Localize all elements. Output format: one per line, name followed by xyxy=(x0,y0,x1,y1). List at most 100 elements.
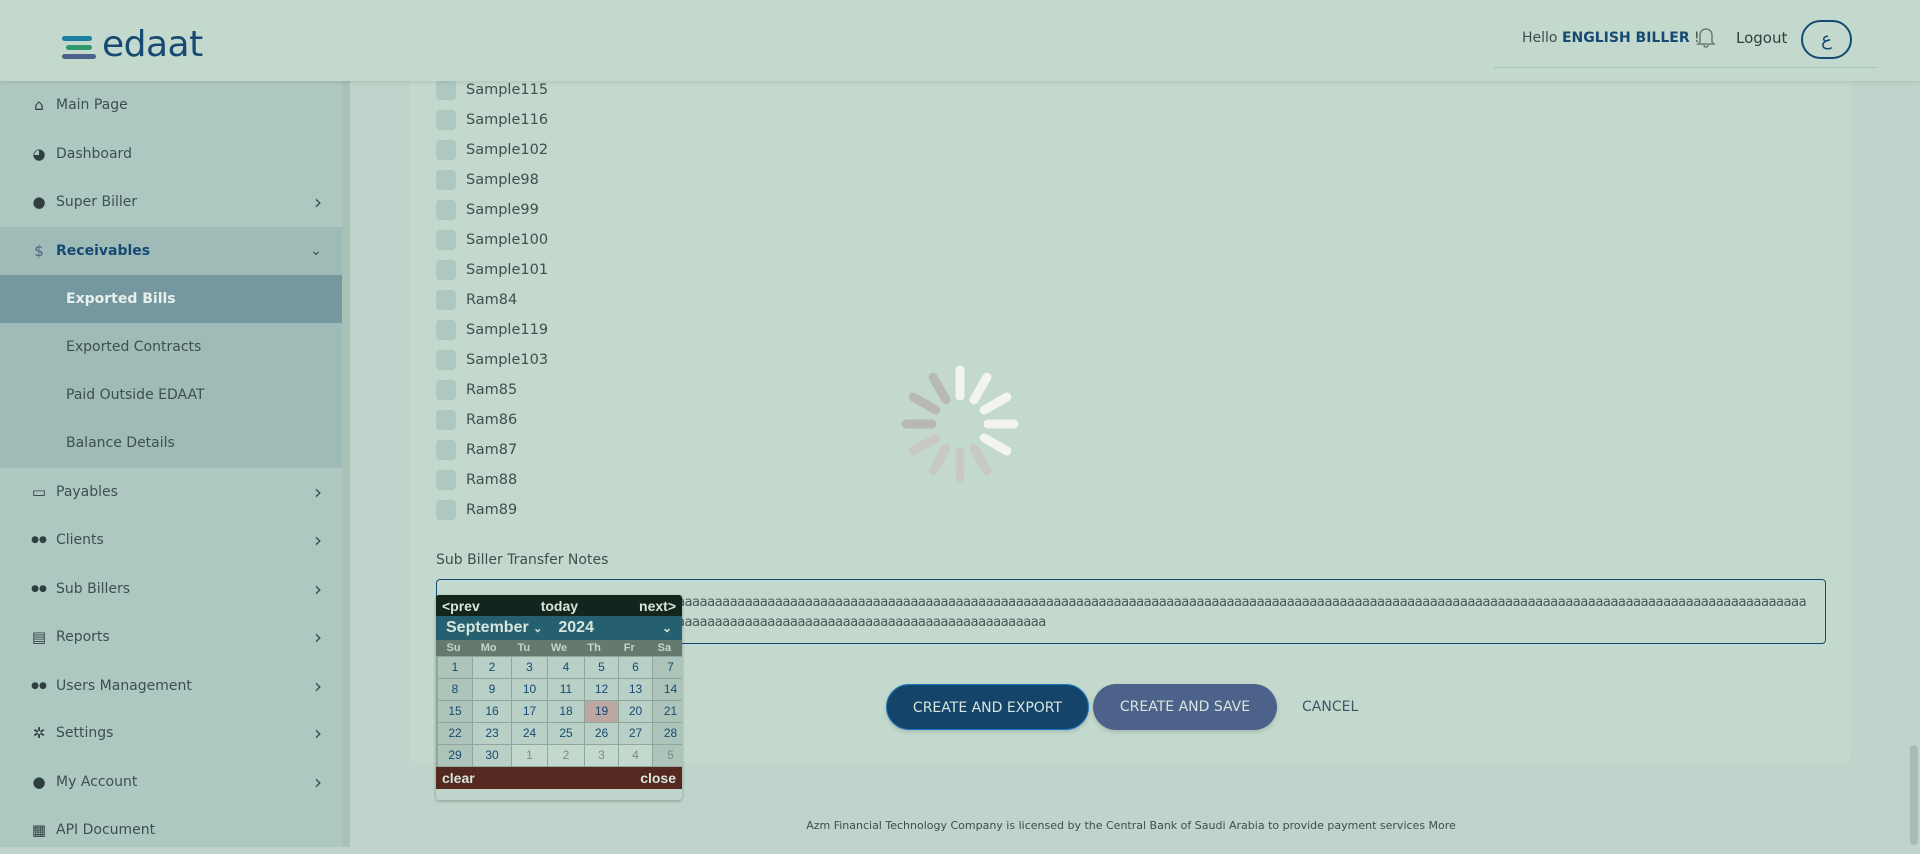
calendar-day[interactable]: 20 xyxy=(619,701,652,722)
sidebar-subitem-exported-contracts[interactable]: Exported Contracts xyxy=(0,323,342,371)
checkbox[interactable] xyxy=(436,230,456,250)
checkbox[interactable] xyxy=(436,170,456,190)
checklist-label: Ram85 xyxy=(466,382,518,398)
calendar-day[interactable]: 18 xyxy=(548,701,584,722)
calendar-day[interactable]: 27 xyxy=(619,723,652,744)
checkbox[interactable] xyxy=(436,290,456,310)
checklist-item[interactable]: Sample103 xyxy=(436,350,548,370)
checklist-item[interactable]: Sample100 xyxy=(436,230,548,250)
clear-button[interactable]: clear xyxy=(442,770,475,786)
checkbox[interactable] xyxy=(436,260,456,280)
calendar-day[interactable]: 5 xyxy=(653,745,682,766)
checklist-item[interactable]: Sample101 xyxy=(436,260,548,280)
calendar-day[interactable]: 23 xyxy=(473,723,511,744)
checklist-item[interactable]: Sample98 xyxy=(436,170,539,190)
calendar-day[interactable]: 26 xyxy=(585,723,618,744)
checkbox[interactable] xyxy=(436,140,456,160)
close-button[interactable]: close xyxy=(640,770,676,786)
calendar-day[interactable]: 2 xyxy=(473,657,511,678)
calendar-day[interactable]: 28 xyxy=(653,723,682,744)
calendar-day[interactable]: 16 xyxy=(473,701,511,722)
sidebar-subitem-paid-outside-edaat[interactable]: Paid Outside EDAAT xyxy=(0,371,342,419)
calendar-day[interactable]: 10 xyxy=(512,679,547,700)
checklist-item[interactable]: Ram89 xyxy=(436,500,517,520)
calendar-day[interactable]: 13 xyxy=(619,679,652,700)
calendar-day[interactable]: 14 xyxy=(653,679,682,700)
sidebar-item-super-biller[interactable]: ● Super Biller › xyxy=(0,178,342,226)
sidebar-item-sub-billers[interactable]: ●● Sub Billers › xyxy=(0,565,342,613)
checkbox[interactable] xyxy=(436,80,456,100)
calendar-day[interactable]: 29 xyxy=(438,745,472,766)
calendar-day[interactable]: 15 xyxy=(438,701,472,722)
user-name: ENGLISH BILLER xyxy=(1561,30,1690,46)
checklist-item[interactable]: Ram88 xyxy=(436,470,517,490)
calendar-day[interactable]: 12 xyxy=(585,679,618,700)
calendar-day[interactable]: 1 xyxy=(512,745,547,766)
next-month-button[interactable]: next> xyxy=(639,598,676,614)
checkbox[interactable] xyxy=(436,380,456,400)
calendar-day[interactable]: 24 xyxy=(512,723,547,744)
calendar-day[interactable]: 25 xyxy=(548,723,584,744)
checklist-item[interactable]: Sample116 xyxy=(436,110,548,130)
sidebar-subitem-exported-bills[interactable]: Exported Bills xyxy=(0,275,342,323)
calendar-day[interactable]: 8 xyxy=(438,679,472,700)
bell-icon[interactable] xyxy=(1696,26,1716,48)
checkbox[interactable] xyxy=(436,200,456,220)
sidebar-item-my-account[interactable]: ● My Account › xyxy=(0,758,342,806)
calendar-day[interactable]: 11 xyxy=(548,679,584,700)
calendar-day[interactable]: 30 xyxy=(473,745,511,766)
chevron-down-icon[interactable]: ⌄ xyxy=(662,621,672,635)
sidebar-item-dashboard[interactable]: ◕ Dashboard xyxy=(0,130,342,178)
edaat-logo[interactable]: edaat xyxy=(62,24,203,65)
sidebar-item-main-page[interactable]: ⌂ Main Page xyxy=(0,81,342,129)
sidebar-item-settings[interactable]: ✲ Settings › xyxy=(0,709,342,757)
checkbox[interactable] xyxy=(436,470,456,490)
checklist-item[interactable]: Ram86 xyxy=(436,410,517,430)
calendar-day[interactable]: 3 xyxy=(512,657,547,678)
checkbox[interactable] xyxy=(436,110,456,130)
calendar-day[interactable]: 9 xyxy=(473,679,511,700)
checkbox[interactable] xyxy=(436,410,456,430)
checklist-item[interactable]: Sample115 xyxy=(436,80,548,100)
calendar-day[interactable]: 4 xyxy=(548,657,584,678)
checklist-item[interactable]: Sample119 xyxy=(436,320,548,340)
checklist-item[interactable]: Sample102 xyxy=(436,140,548,160)
calendar-day[interactable]: 5 xyxy=(585,657,618,678)
checklist-item[interactable]: Sample99 xyxy=(436,200,539,220)
today-button[interactable]: today xyxy=(541,598,578,614)
create-and-export-button[interactable]: CREATE AND EXPORT xyxy=(886,684,1089,730)
calendar-day[interactable]: 3 xyxy=(585,745,618,766)
calendar-day[interactable]: 22 xyxy=(438,723,472,744)
logout-link[interactable]: Logout xyxy=(1736,29,1787,47)
checkbox[interactable] xyxy=(436,320,456,340)
year-select[interactable]: 2024 xyxy=(558,619,594,637)
calendar-day[interactable]: 2 xyxy=(548,745,584,766)
sidebar-scrollbar[interactable] xyxy=(342,81,350,847)
sidebar-item-payables[interactable]: ▭ Payables › xyxy=(0,468,342,516)
create-and-save-button[interactable]: CREATE AND SAVE xyxy=(1093,684,1277,730)
month-select[interactable]: September ⌄ xyxy=(446,619,542,637)
checkbox[interactable] xyxy=(436,350,456,370)
sidebar-item-clients[interactable]: ●● Clients › xyxy=(0,516,342,564)
checklist-item[interactable]: Ram84 xyxy=(436,290,517,310)
checklist-item[interactable]: Ram87 xyxy=(436,440,517,460)
calendar-day[interactable]: 6 xyxy=(619,657,652,678)
calendar-day[interactable]: 21 xyxy=(653,701,682,722)
calendar-day[interactable]: 4 xyxy=(619,745,652,766)
checkbox[interactable] xyxy=(436,440,456,460)
language-toggle-button[interactable]: ع xyxy=(1801,20,1852,59)
page-scrollbar[interactable] xyxy=(1910,745,1918,845)
checklist-label: Sample102 xyxy=(466,142,549,158)
cancel-button[interactable]: CANCEL xyxy=(1302,699,1358,715)
checklist-item[interactable]: Ram85 xyxy=(436,380,517,400)
calendar-day[interactable]: 17 xyxy=(512,701,547,722)
sidebar-subitem-balance-details[interactable]: Balance Details xyxy=(0,419,342,467)
sidebar-item-users-management[interactable]: ●● Users Management › xyxy=(0,662,342,710)
sidebar-item-reports[interactable]: ▤ Reports › xyxy=(0,613,342,661)
calendar-day[interactable]: 1 xyxy=(438,657,472,678)
sidebar-item-receivables[interactable]: $ Receivables ⌄ xyxy=(0,227,342,275)
checkbox[interactable] xyxy=(436,500,456,520)
calendar-day[interactable]: 7 xyxy=(653,657,682,678)
calendar-day[interactable]: 19 xyxy=(585,701,618,722)
prev-month-button[interactable]: <prev xyxy=(442,598,480,614)
